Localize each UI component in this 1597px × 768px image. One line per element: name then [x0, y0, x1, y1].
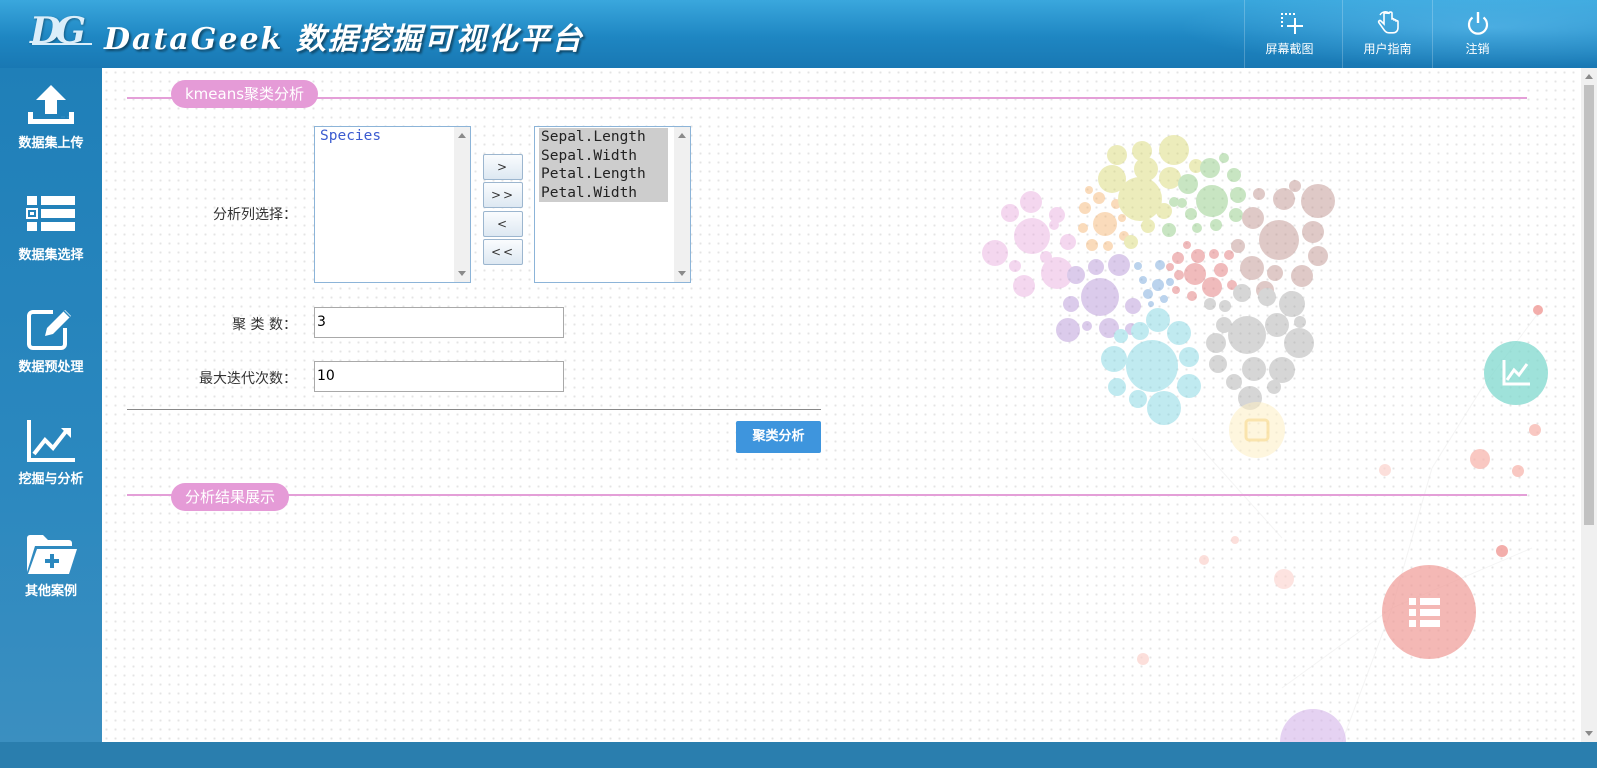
max-iterations-label: 最大迭代次数： — [199, 371, 297, 387]
sidebar-item-dataset-select[interactable]: 数据集选择 — [0, 194, 102, 292]
hand-pointer-icon — [1377, 11, 1399, 34]
bottom-status-bar — [0, 742, 1597, 768]
move-all-right-button[interactable]: >> — [483, 182, 523, 208]
move-selected-right-button[interactable]: > — [483, 154, 523, 180]
user-guide-label: 用户指南 — [1363, 42, 1412, 56]
upload-icon — [28, 85, 74, 124]
logout-label: 注销 — [1465, 42, 1490, 56]
sidebar-item-label: 挖掘与分析 — [18, 472, 84, 487]
section-divider — [127, 97, 1527, 99]
section-divider — [127, 494, 1527, 496]
scroll-up-arrow-icon[interactable] — [458, 133, 466, 138]
list-item[interactable]: Species — [315, 127, 470, 146]
scroll-up-arrow-icon[interactable] — [1585, 74, 1593, 79]
sidebar-item-label: 数据预处理 — [18, 360, 84, 375]
screenshot-label: 屏幕截图 — [1265, 42, 1314, 56]
form-divider — [127, 409, 821, 410]
scroll-down-arrow-icon[interactable] — [1585, 731, 1593, 736]
section-title-results: 分析结果展示 — [171, 483, 290, 511]
cluster-analysis-button[interactable]: 聚类分析 — [736, 421, 821, 453]
listbox-scrollbar[interactable] — [674, 127, 690, 282]
screenshot-button[interactable]: 屏幕截图 — [1244, 0, 1334, 68]
edit-icon — [27, 310, 71, 350]
scroll-up-arrow-icon[interactable] — [678, 133, 686, 138]
app-header: DG DataGeek 数据挖掘可视化平台 屏幕截图 用户指南 注销 — [0, 0, 1597, 68]
selected-columns-list[interactable]: Sepal.Length Sepal.Width Petal.Length Pe… — [534, 126, 691, 283]
column-select-label: 分析列选择： — [213, 207, 297, 223]
sidebar-item-other-cases[interactable]: 其他案例 — [0, 530, 102, 628]
list-item[interactable]: Sepal.Length — [539, 128, 668, 147]
logo-letters: DG — [30, 10, 86, 52]
user-guide-button[interactable]: 用户指南 — [1342, 0, 1432, 68]
move-selected-left-button[interactable]: < — [483, 211, 523, 237]
listbox-scrollbar[interactable] — [454, 127, 470, 282]
cluster-count-label: 聚 类 数： — [232, 317, 297, 333]
list-item[interactable]: Petal.Width — [539, 183, 668, 202]
scrollbar-thumb[interactable] — [1584, 85, 1594, 525]
logout-button[interactable]: 注销 — [1432, 0, 1522, 68]
available-columns-list[interactable]: Species — [314, 126, 471, 283]
list-item[interactable]: Petal.Length — [539, 165, 668, 184]
sidebar-item-label: 数据集上传 — [18, 136, 84, 151]
max-iterations-input[interactable]: 10 — [314, 361, 564, 392]
list-item[interactable]: Sepal.Width — [539, 146, 668, 165]
sidebar-item-mining[interactable]: 挖掘与分析 — [0, 418, 102, 516]
move-all-left-button[interactable]: << — [483, 239, 523, 265]
page-scrollbar[interactable] — [1581, 68, 1597, 742]
main-content: kmeans聚类分析 分析列选择： Species > >> < << Sepa… — [102, 68, 1581, 742]
sidebar-item-label: 数据集选择 — [18, 248, 84, 263]
sidebar-item-upload[interactable]: 数据集上传 — [0, 82, 102, 180]
cluster-count-input[interactable]: 3 — [314, 307, 564, 338]
sidebar-item-preprocess[interactable]: 数据预处理 — [0, 306, 102, 404]
sidebar-item-label: 其他案例 — [24, 584, 77, 599]
folder-add-icon — [27, 535, 77, 574]
sidebar-nav: 数据集上传 数据集选择 数据预处理 挖掘与分析 其他案例 — [0, 68, 102, 742]
app-logo: DG — [30, 10, 92, 56]
screenshot-icon — [1280, 13, 1303, 34]
chart-line-icon — [27, 420, 75, 462]
section-title-kmeans: kmeans聚类分析 — [171, 80, 319, 108]
scroll-down-arrow-icon[interactable] — [678, 271, 686, 276]
list-icon — [26, 196, 75, 231]
power-icon — [1467, 12, 1488, 35]
scroll-down-arrow-icon[interactable] — [458, 271, 466, 276]
app-title: DataGeek 数据挖掘可视化平台 — [104, 22, 584, 57]
